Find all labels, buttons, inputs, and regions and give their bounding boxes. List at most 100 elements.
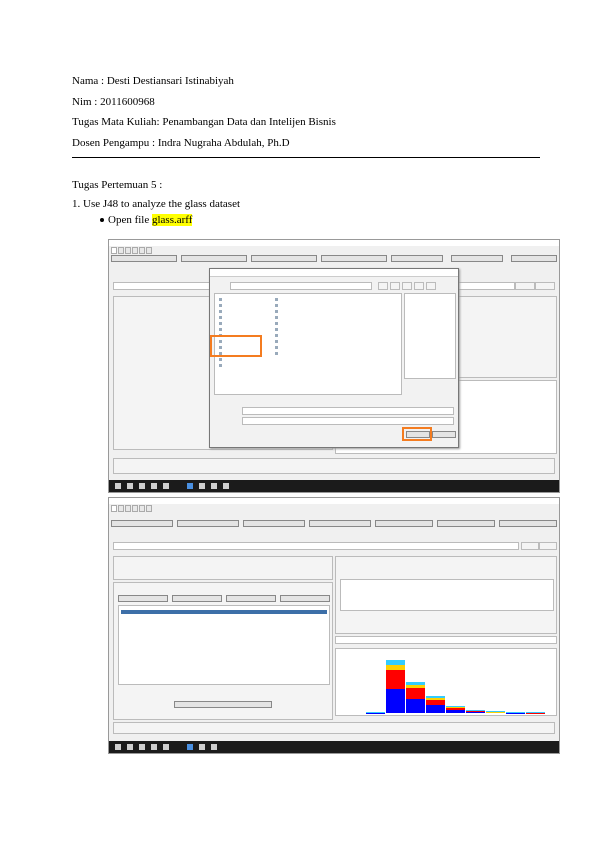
windows-taskbar (109, 480, 559, 492)
list-item[interactable] (275, 322, 279, 325)
weka-app-icon[interactable] (187, 744, 193, 750)
up-folder-icon[interactable] (378, 282, 388, 290)
search-icon[interactable] (127, 483, 133, 489)
attributes-all-button[interactable] (118, 595, 168, 602)
tab-cluster[interactable] (125, 505, 131, 512)
table-row[interactable] (121, 658, 327, 662)
save-button[interactable] (499, 520, 557, 527)
table-row[interactable] (121, 634, 327, 638)
tab-associate[interactable] (132, 247, 138, 254)
app-icon[interactable] (199, 744, 205, 750)
table-row[interactable] (121, 616, 327, 620)
tab-select-attributes[interactable] (139, 505, 145, 512)
explorer-tabs (111, 247, 557, 254)
filter-apply-button[interactable] (521, 542, 539, 550)
table-row[interactable] (121, 652, 327, 656)
app-icon[interactable] (199, 483, 205, 489)
filter-stop-button[interactable] (535, 282, 555, 290)
save-button[interactable] (511, 255, 557, 262)
attribute-list (118, 605, 330, 685)
task-view-icon[interactable] (139, 483, 145, 489)
home-icon[interactable] (390, 282, 400, 290)
tab-visualize[interactable] (146, 247, 152, 254)
list-item[interactable] (275, 304, 279, 307)
list-item[interactable] (275, 340, 279, 343)
look-in-dropdown[interactable] (230, 282, 372, 290)
list-item[interactable] (275, 352, 279, 355)
histogram-bar-segment (406, 682, 425, 686)
attributes-none-button[interactable] (172, 595, 222, 602)
cancel-button[interactable] (432, 431, 456, 438)
list-item[interactable] (219, 316, 223, 319)
list-item[interactable] (275, 328, 279, 331)
list-item[interactable] (219, 364, 223, 367)
generate-button[interactable] (321, 255, 387, 262)
tab-preprocess[interactable] (111, 247, 117, 254)
open-db-button[interactable] (243, 520, 305, 527)
task-view-icon[interactable] (139, 744, 145, 750)
search-icon[interactable] (127, 744, 133, 750)
tab-visualize[interactable] (146, 505, 152, 512)
list-item[interactable] (219, 298, 223, 301)
app-icon[interactable] (223, 483, 229, 489)
list-item[interactable] (275, 310, 279, 313)
tab-preprocess[interactable] (111, 505, 117, 512)
open-url-button[interactable] (181, 255, 247, 262)
attributes-pattern-button[interactable] (280, 595, 330, 602)
remove-button[interactable] (174, 701, 272, 708)
histogram-chart (366, 657, 546, 713)
tab-classify[interactable] (118, 247, 124, 254)
selected-file-highlight (210, 335, 262, 357)
filter-apply-button[interactable] (515, 282, 535, 290)
tab-cluster[interactable] (125, 247, 131, 254)
folder-icon[interactable] (151, 744, 157, 750)
list-item[interactable] (219, 304, 223, 307)
open-file-button[interactable] (111, 255, 177, 262)
table-row[interactable] (121, 664, 327, 668)
folder-icon[interactable] (151, 483, 157, 489)
tab-associate[interactable] (132, 505, 138, 512)
task-item-1: 1. Use J48 to analyze the glass dataset (72, 198, 241, 210)
list-item[interactable] (219, 310, 223, 313)
table-row[interactable] (121, 610, 327, 614)
browser-icon[interactable] (163, 483, 169, 489)
edit-button[interactable] (451, 255, 503, 262)
list-item[interactable] (275, 298, 279, 301)
filter-stop-button[interactable] (539, 542, 557, 550)
tab-select-attributes[interactable] (139, 247, 145, 254)
open-file-button[interactable] (111, 520, 173, 527)
screenshot-glass-loaded (108, 497, 560, 754)
weka-app-icon[interactable] (187, 483, 193, 489)
file-name-field[interactable] (242, 407, 454, 415)
new-folder-icon[interactable] (402, 282, 412, 290)
undo-button[interactable] (375, 520, 433, 527)
tab-classify[interactable] (118, 505, 124, 512)
table-row[interactable] (121, 640, 327, 644)
table-row[interactable] (121, 622, 327, 626)
app-icon[interactable] (211, 483, 217, 489)
attributes-invert-button[interactable] (226, 595, 276, 602)
edit-button[interactable] (437, 520, 495, 527)
open-db-button[interactable] (251, 255, 317, 262)
class-dropdown[interactable] (335, 636, 557, 644)
start-icon[interactable] (115, 483, 121, 489)
list-view-icon[interactable] (414, 282, 424, 290)
files-of-type-dropdown[interactable] (242, 417, 454, 425)
statistics-table (340, 579, 554, 611)
table-row[interactable] (121, 646, 327, 650)
generate-button[interactable] (309, 520, 371, 527)
table-row[interactable] (121, 628, 327, 632)
start-icon[interactable] (115, 744, 121, 750)
filter-field[interactable] (113, 542, 519, 550)
undo-button[interactable] (391, 255, 443, 262)
browser-icon[interactable] (163, 744, 169, 750)
open-url-button[interactable] (177, 520, 239, 527)
app-icon[interactable] (211, 744, 217, 750)
list-item[interactable] (275, 316, 279, 319)
list-item[interactable] (275, 334, 279, 337)
list-item[interactable] (275, 346, 279, 349)
list-item[interactable] (219, 328, 223, 331)
list-item[interactable] (219, 358, 223, 361)
details-view-icon[interactable] (426, 282, 436, 290)
list-item[interactable] (219, 322, 223, 325)
